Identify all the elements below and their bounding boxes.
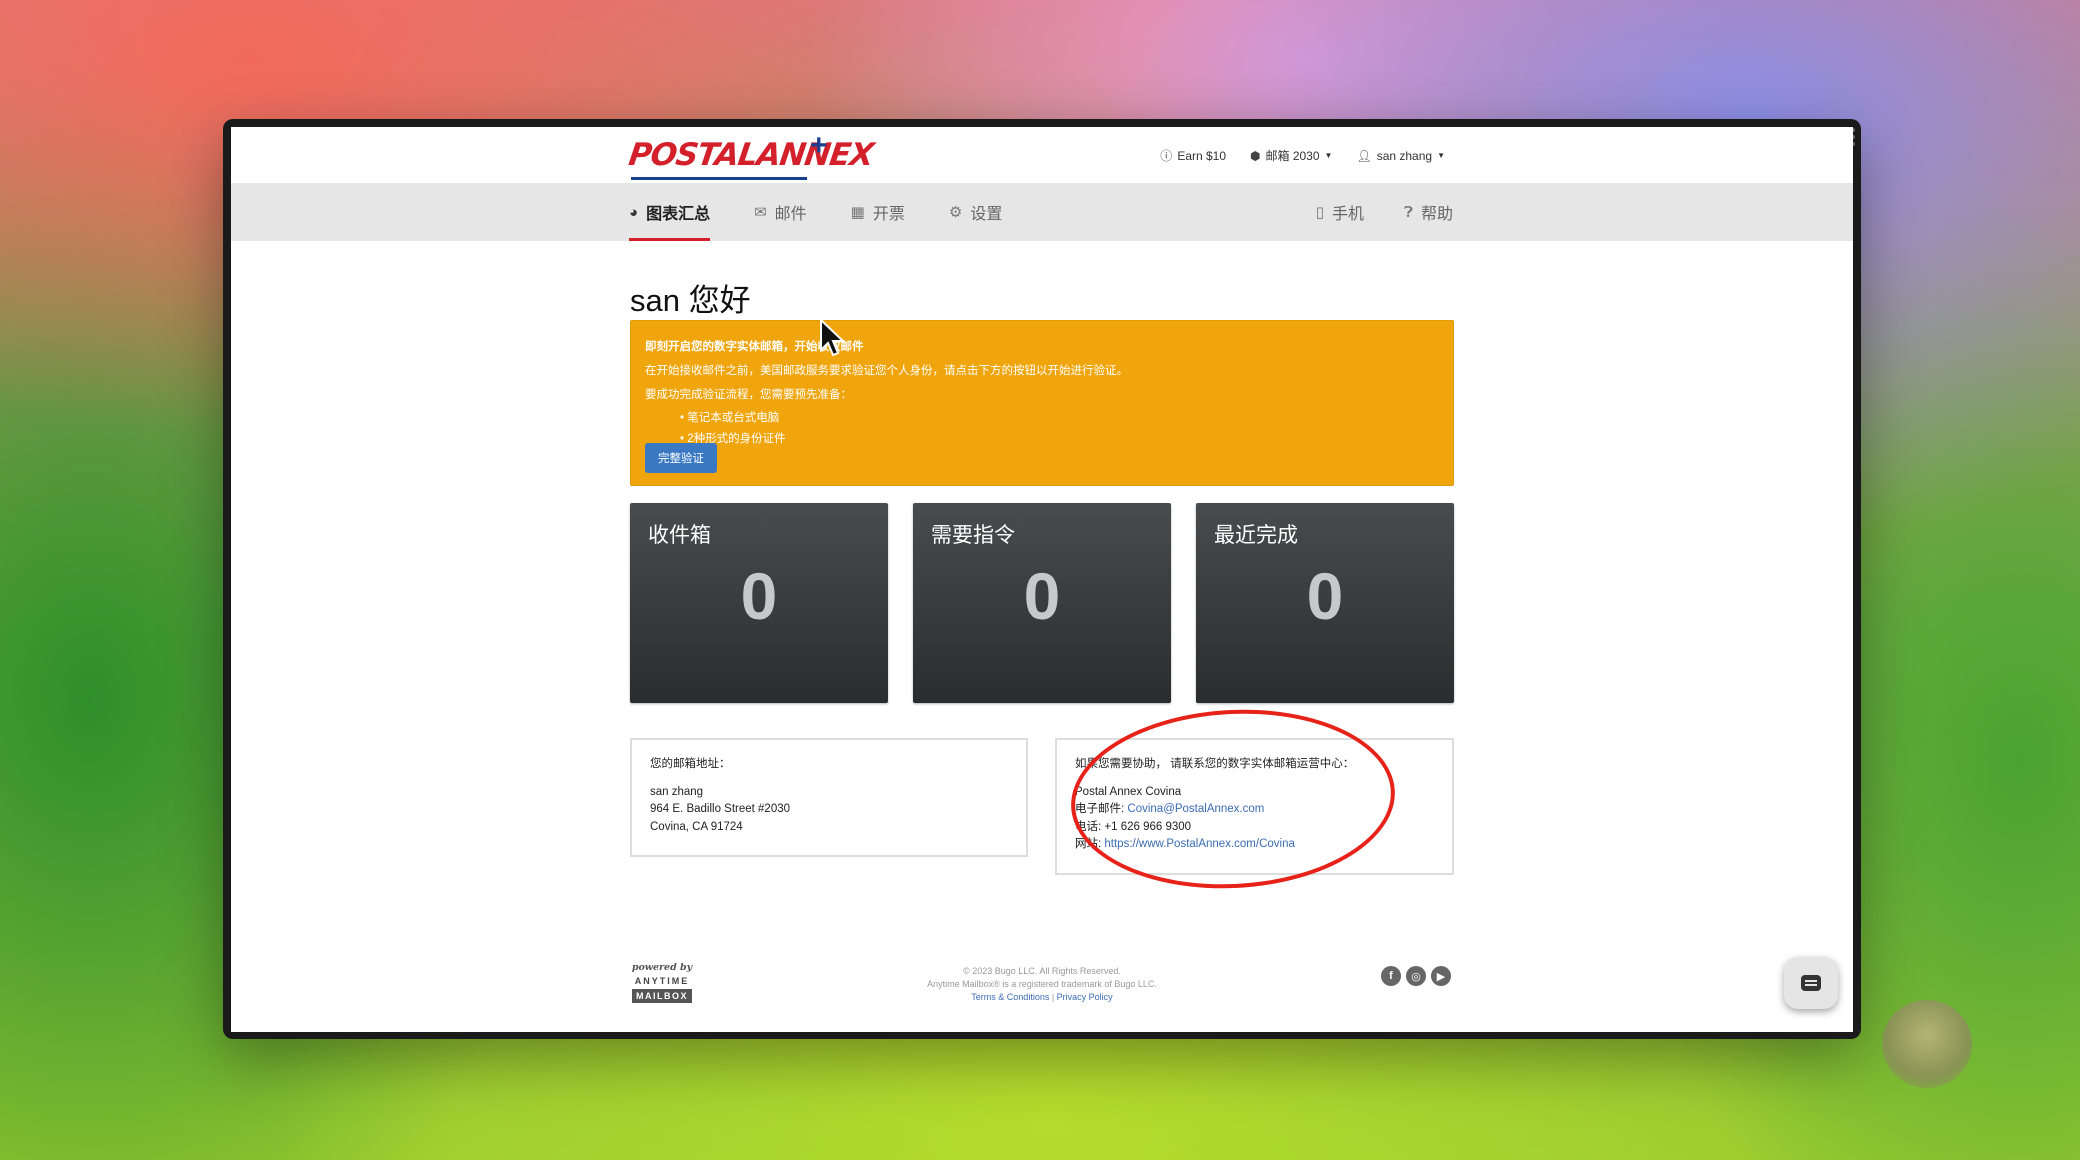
verification-alert: 即刻开启您的数字实体邮箱，开始收取邮件 在开始接收邮件之前，美国邮政服务要求验证… — [630, 320, 1454, 486]
stat-card-inbox[interactable]: 收件箱 0 — [630, 503, 888, 703]
menu-item-label: 设置 — [970, 206, 1003, 223]
logo-plus: + — [810, 129, 828, 162]
envelope-icon: ✉ — [754, 204, 767, 221]
logo-text: POSTALANNEX — [626, 137, 876, 173]
address-heading: 您的邮箱地址： — [650, 758, 731, 770]
privacy-link[interactable]: Privacy Policy — [1057, 992, 1113, 1002]
mailbox-address-box: 您的邮箱地址： san zhang 964 E. Badillo Street … — [630, 738, 1028, 857]
stat-card-value: 0 — [1023, 559, 1061, 633]
logo-underline — [631, 177, 807, 180]
trademark-text: Anytime Mailbox® is a registered tradema… — [927, 979, 1157, 989]
alert-title: 即刻开启您的数字实体邮箱，开始收取邮件 — [645, 341, 864, 353]
menu-right: ▯ 手机 ❓︎ 帮助 — [1276, 183, 1453, 241]
instagram-icon[interactable]: ◎ — [1406, 966, 1426, 986]
chevron-down-icon: ▼ — [1437, 151, 1445, 160]
menu-left: ◕ 图表汇总 ✉ 邮件 ▦ 开票 ⚙ 设置 — [629, 183, 1046, 241]
gears-icon: ⚙ — [948, 204, 963, 221]
mailbox-label: 邮箱 2030 — [1265, 149, 1320, 163]
calculator-icon: ▦ — [850, 204, 865, 221]
mobile-icon: ▯ — [1315, 204, 1324, 221]
dashboard-icon: ◕ — [629, 203, 639, 221]
menu-item-label: 开票 — [872, 206, 905, 223]
menu-item-mobile[interactable]: ▯ 手机 — [1316, 183, 1364, 241]
menu-item-settings[interactable]: ⚙ 设置 — [949, 183, 1002, 241]
menu-item-mail[interactable]: ✉ 邮件 — [754, 183, 807, 241]
earn-label: Earn $10 — [1177, 148, 1227, 163]
stat-card-needs-instruction[interactable]: 需要指令 0 — [913, 503, 1171, 703]
menu-item-label: 帮助 — [1420, 206, 1453, 223]
alert-line: 要成功完成验证流程，您需要预先准备： — [645, 389, 852, 401]
stat-card-value: 0 — [740, 559, 778, 633]
powered-by-logo[interactable]: powered by ANYTIME MAILBOX — [630, 962, 694, 1004]
user-icon: 👤︎ — [1356, 148, 1372, 163]
youtube-icon[interactable]: ▶ — [1431, 966, 1451, 986]
menu-item-label: 邮件 — [774, 206, 807, 223]
address-name: san zhang — [650, 785, 704, 798]
earn-link[interactable]: ⓘ Earn $10 — [1160, 147, 1226, 164]
stat-card-title: 需要指令 — [931, 524, 1015, 547]
footer-legal: © 2023 Bugo LLC. All Rights Reserved. An… — [851, 965, 1233, 1004]
stat-card-recently-completed[interactable]: 最近完成 0 — [1196, 503, 1454, 703]
top-header: POSTALANNEX + ⓘ Earn $10 ⬢ 邮箱 2030 ▼ 👤︎ … — [231, 127, 1853, 183]
mailbox-text: MAILBOX — [632, 989, 692, 1003]
address-city: Covina, CA 91724 — [650, 820, 743, 833]
list-item: 笔记本或台式电脑 — [680, 409, 1439, 425]
anytime-text: ANYTIME — [634, 976, 690, 986]
main-menu: ◕ 图表汇总 ✉ 邮件 ▦ 开票 ⚙ 设置 ▯ 手机 ❓︎ 帮助 — [231, 183, 1853, 241]
facebook-icon[interactable]: f — [1381, 966, 1401, 986]
page-viewport: POSTALANNEX + ⓘ Earn $10 ⬢ 邮箱 2030 ▼ 👤︎ … — [231, 127, 1853, 1032]
user-label: san zhang — [1376, 148, 1433, 163]
requirements-list: 笔记本或台式电脑 2种形式的身份证件 — [645, 409, 1439, 446]
footer-links: Terms & Conditions | Privacy Policy — [851, 991, 1233, 1004]
mailbox-dropdown[interactable]: ⬢ 邮箱 2030 ▼ — [1250, 147, 1332, 164]
chevron-down-icon: ▼ — [1324, 151, 1333, 160]
question-circle-icon: ❓︎ — [1403, 203, 1413, 221]
copyright-text: © 2023 Bugo LLC. All Rights Reserved. — [963, 966, 1121, 976]
mouse-cursor-icon — [820, 318, 846, 357]
stat-card-title: 最近完成 — [1214, 524, 1298, 547]
complete-verification-button[interactable]: 完整验证 — [645, 443, 717, 473]
user-dropdown[interactable]: 👤︎ san zhang ▼ — [1356, 147, 1445, 164]
menu-item-invoice[interactable]: ▦ 开票 — [851, 183, 905, 241]
cube-icon: ⬢ — [1250, 148, 1261, 163]
stat-card-value: 0 — [1306, 559, 1344, 633]
chat-widget-button[interactable] — [1784, 957, 1838, 1009]
menu-item-label: 图表汇总 — [646, 206, 711, 223]
alert-line: 在开始接收邮件之前，美国邮政服务要求验证您个人身份，请点击下方的按钮以开始进行验… — [645, 365, 1128, 377]
postalannex-logo[interactable]: POSTALANNEX + — [626, 129, 876, 180]
list-item: 2种形式的身份证件 — [680, 430, 1439, 446]
address-street: 964 E. Badillo Street #2030 — [650, 803, 791, 815]
avatar — [1882, 1000, 1972, 1088]
powered-by-text: powered by — [631, 962, 693, 973]
coin-icon: ⓘ — [1160, 149, 1173, 163]
chat-icon — [1801, 975, 1821, 991]
menu-item-label: 手机 — [1331, 206, 1364, 223]
menu-item-help[interactable]: ❓︎ 帮助 — [1404, 183, 1453, 241]
page-title: san 您好 — [630, 283, 751, 318]
link-separator: | — [1049, 992, 1057, 1002]
terms-link[interactable]: Terms & Conditions — [971, 992, 1049, 1002]
top-nav: ⓘ Earn $10 ⬢ 邮箱 2030 ▼ 👤︎ san zhang ▼ — [1160, 147, 1445, 164]
menu-item-dashboard[interactable]: ◕ 图表汇总 — [629, 183, 711, 241]
stat-card-title: 收件箱 — [648, 524, 711, 547]
social-links: f ◎ ▶ — [1381, 966, 1451, 986]
